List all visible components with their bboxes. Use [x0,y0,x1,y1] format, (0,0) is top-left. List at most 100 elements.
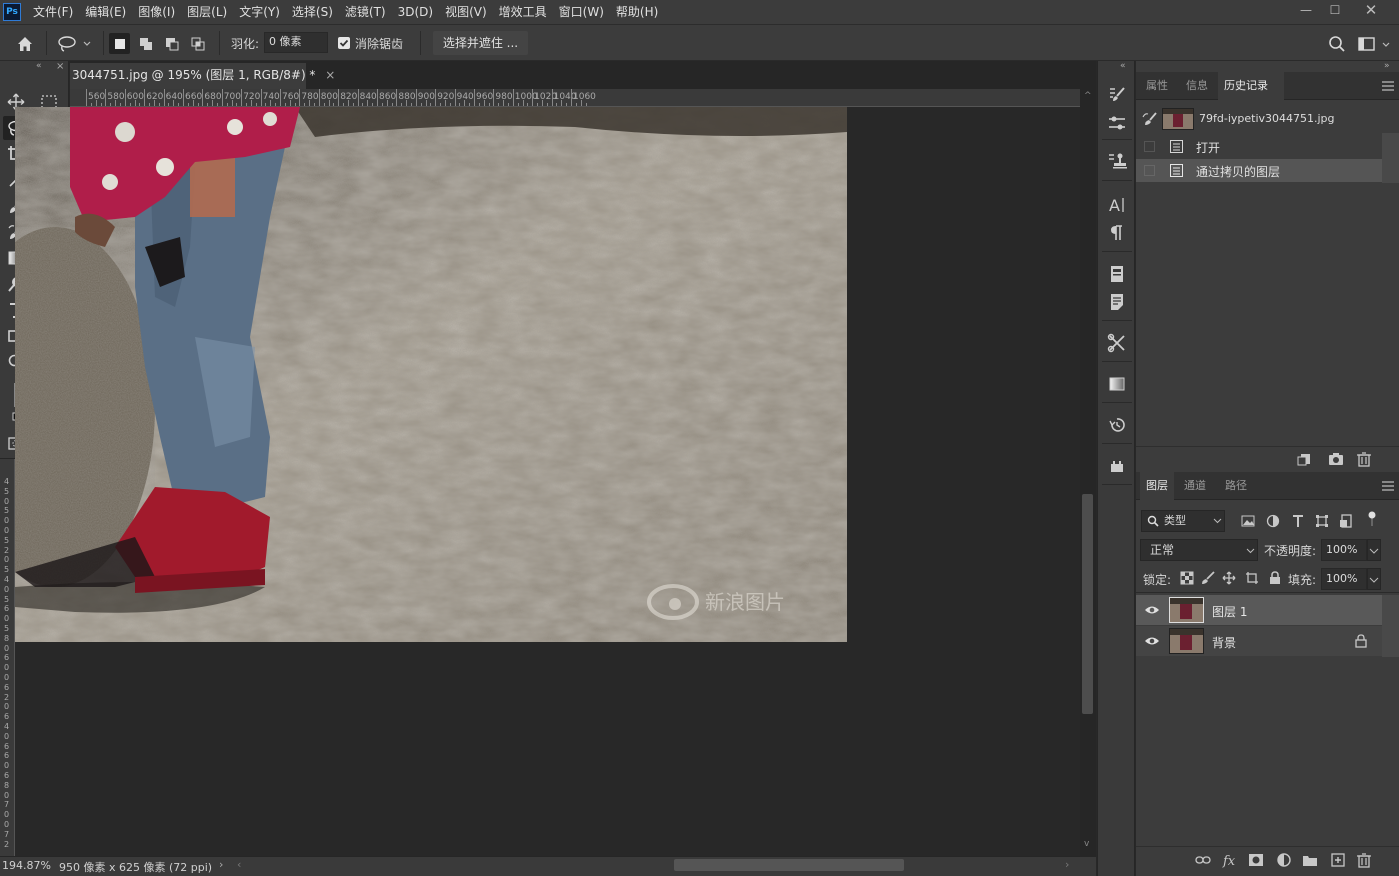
lasso-tool-preset-picker[interactable] [56,33,96,55]
lock-artboard-icon[interactable] [1244,570,1260,586]
vertical-scroll-thumb[interactable] [1082,494,1093,714]
menu-item[interactable]: 滤镜(T) [339,0,392,24]
new-layer-icon[interactable] [1330,852,1346,868]
history-scroll-track[interactable] [1382,133,1399,183]
blend-mode-select[interactable]: 正常 [1140,539,1258,561]
search-icon[interactable] [1328,35,1346,53]
opacity-input[interactable]: 100% [1321,539,1367,561]
antialias-checkbox[interactable] [338,37,350,49]
tab-info[interactable]: 信息 [1180,72,1214,100]
tab-properties[interactable]: 属性 [1140,72,1174,100]
history-icon[interactable] [1102,413,1132,437]
menu-item[interactable]: 增效工具 [493,0,553,24]
close-toolbox-icon[interactable]: × [56,61,64,72]
add-layer-mask-icon[interactable] [1248,852,1264,868]
workspace-switcher-icon[interactable] [1358,35,1394,53]
menu-item[interactable]: 图像(I) [132,0,181,24]
tab-history[interactable]: 历史记录 [1218,72,1284,100]
new-adjustment-layer-icon[interactable] [1276,852,1292,868]
scroll-right-icon[interactable]: › [1065,858,1069,871]
menu-item[interactable]: 选择(S) [286,0,339,24]
history-snapshot-row[interactable]: 79fd-iypetiv3044751.jpg [1136,106,1382,132]
history-step-checkbox[interactable] [1144,165,1155,176]
layers-panel-menu-icon[interactable] [1382,480,1394,491]
fill-dropdown-button[interactable] [1367,568,1381,590]
subtract-from-selection-button[interactable] [161,33,182,54]
libraries-icon[interactable] [1102,262,1132,286]
filter-toggle-switch[interactable] [1368,510,1376,528]
layer-row[interactable]: 背景 [1136,626,1382,656]
menu-item[interactable]: 编辑(E) [79,0,132,24]
document-tab[interactable]: 3044751.jpg @ 195% (图层 1, RGB/8#) * × [70,63,335,89]
menu-item[interactable]: 文件(F) [27,0,79,24]
paragraph-icon[interactable] [1102,221,1132,245]
lock-position-icon[interactable] [1221,570,1237,586]
layer-visibility-eye-icon[interactable] [1144,634,1160,648]
opacity-dropdown-button[interactable] [1367,539,1381,561]
menu-item[interactable]: 视图(V) [439,0,493,24]
filter-shape-layers-icon[interactable] [1314,513,1330,529]
new-group-icon[interactable] [1302,852,1318,868]
menu-item[interactable]: 图层(L) [181,0,233,24]
menu-item[interactable]: 文字(Y) [233,0,286,24]
layers-scroll-track[interactable] [1382,595,1399,657]
canvas-area[interactable]: 新浪图片 [15,107,1080,856]
layer-row[interactable]: 图层 1 [1136,595,1382,625]
lock-image-pixels-icon[interactable] [1200,570,1216,586]
fill-input[interactable]: 100% [1321,568,1367,590]
collapse-strip-icon[interactable]: « [1120,61,1126,71]
close-document-tab-icon[interactable]: × [325,68,335,82]
layer-name[interactable]: 图层 1 [1212,603,1247,620]
lock-transparent-pixels-icon[interactable] [1179,570,1195,586]
new-selection-button[interactable] [109,33,130,54]
minimize-button[interactable]: — [1292,0,1320,20]
status-menu-chevron-icon[interactable]: › [219,858,223,871]
history-panel-menu-icon[interactable] [1382,80,1394,91]
intersect-selection-button[interactable] [187,33,208,54]
lock-all-icon[interactable] [1267,570,1283,586]
tab-paths[interactable]: 路径 [1219,472,1253,500]
history-step-open[interactable]: 打开 [1136,135,1382,158]
tab-channels[interactable]: 通道 [1178,472,1212,500]
character-icon[interactable]: A [1102,193,1132,217]
layer-visibility-eye-icon[interactable] [1144,603,1160,617]
menu-item[interactable]: 帮助(H) [610,0,664,24]
new-document-from-state-icon[interactable] [1296,451,1312,467]
brush-settings-icon[interactable] [1102,83,1132,107]
expand-panels-icon[interactable]: » [1384,61,1390,71]
scroll-left-icon[interactable]: ‹ [237,858,241,871]
canvas-vertical-scrollbar[interactable]: ^ v [1080,89,1096,856]
actions-icon[interactable] [1102,454,1132,478]
tool-presets-icon[interactable] [1102,331,1132,355]
menu-item[interactable]: 窗口(W) [553,0,610,24]
maximize-button[interactable]: ☐ [1321,0,1349,20]
layer-filter-kind-select[interactable]: 类型 [1141,510,1225,532]
scroll-down-icon[interactable]: v [1084,839,1089,849]
notes-icon[interactable] [1102,290,1132,314]
feather-input[interactable]: 0 像素 [264,32,328,53]
clone-source-icon[interactable] [1102,149,1132,173]
layer-style-fx-icon[interactable]: fx [1222,852,1238,868]
select-and-mask-button[interactable]: 选择并遮住 ... [433,31,528,55]
history-step-layer-via-copy[interactable]: 通过拷贝的图层 [1136,159,1382,182]
delete-layer-icon[interactable] [1356,852,1372,868]
link-layers-icon[interactable] [1195,852,1211,868]
history-step-checkbox[interactable] [1144,141,1155,152]
adjustments-icon[interactable] [1102,111,1132,135]
add-to-selection-button[interactable] [135,33,156,54]
zoom-level[interactable]: 194.87% [2,859,51,872]
document-image[interactable]: 新浪图片 [15,107,847,642]
home-icon[interactable] [14,33,36,55]
scroll-up-icon[interactable]: ^ [1084,91,1092,101]
menu-item[interactable]: 3D(D) [392,0,439,24]
filter-pixel-layers-icon[interactable] [1240,513,1256,529]
collapse-toolbox-icon[interactable]: « [36,61,42,71]
delete-state-icon[interactable] [1356,451,1372,467]
horizontal-scroll-thumb[interactable] [674,859,904,871]
filter-smart-objects-icon[interactable] [1338,513,1354,529]
close-window-button[interactable]: ✕ [1357,0,1385,20]
new-snapshot-icon[interactable] [1328,451,1344,467]
filter-type-layers-icon[interactable] [1290,513,1306,529]
tab-layers[interactable]: 图层 [1140,472,1174,500]
gradients-icon[interactable] [1102,372,1132,396]
